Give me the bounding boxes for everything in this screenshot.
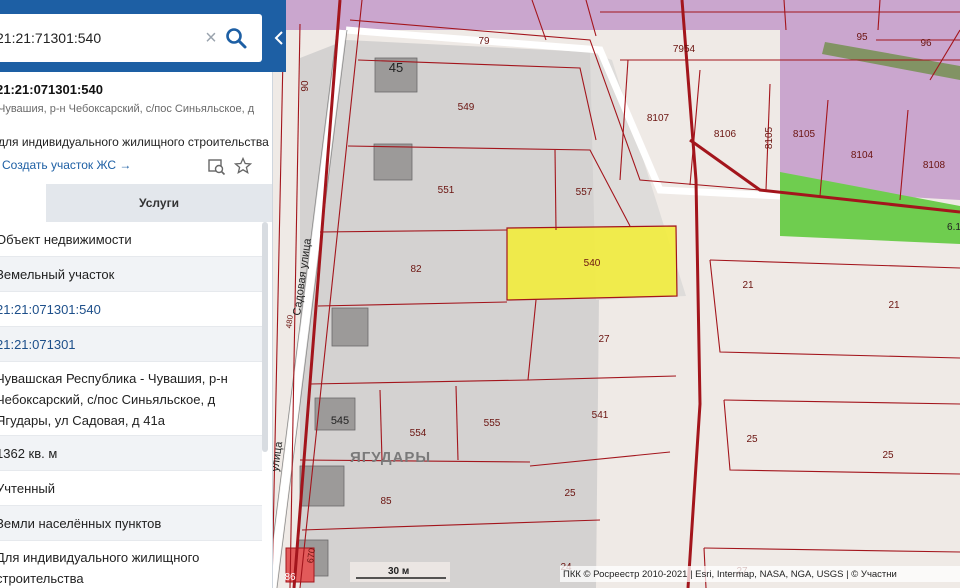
plot-label: 8105 bbox=[764, 126, 775, 149]
detail-row: Учтенный bbox=[0, 471, 262, 506]
detail-text: 21:21:071301 bbox=[0, 336, 76, 352]
detail-row: Земельный участок bbox=[0, 257, 262, 292]
detail-text: Чувашская Республика - Чувашия, р-н bbox=[0, 371, 228, 386]
detail-text: Чебоксарский, с/пос Синьяльское, д bbox=[0, 392, 216, 407]
plot-label: 25 bbox=[746, 434, 758, 445]
zoom-to-object-icon[interactable] bbox=[208, 158, 226, 176]
plot-label: 7954 bbox=[673, 44, 696, 55]
tab-services[interactable]: Услуги bbox=[46, 184, 272, 222]
detail-text: Учтенный bbox=[0, 480, 56, 496]
object-address: Чувашия, р-н Чебоксарский, с/пос Синьяль… bbox=[0, 103, 255, 115]
plot-label: 8104 bbox=[851, 150, 874, 161]
detail-row[interactable]: 21:21:071301:540 bbox=[0, 292, 262, 327]
tab-object[interactable] bbox=[0, 184, 46, 222]
tabs: Услуги bbox=[0, 184, 272, 222]
search-bar: × bbox=[0, 0, 286, 72]
plot-label: 86 bbox=[284, 572, 296, 583]
plot-label: 554 bbox=[410, 428, 427, 439]
detail-row: Чувашская Республика - Чувашия, р-н Чебок… bbox=[0, 362, 262, 436]
search-box: × bbox=[0, 14, 262, 62]
plot-label: 480 bbox=[284, 314, 295, 329]
zone-purple-top bbox=[286, 0, 960, 30]
map-attribution: ПКК © Росреестр 2010-2021 | Esri, Interm… bbox=[563, 569, 897, 580]
plot-label: 25 bbox=[882, 450, 894, 461]
search-icon[interactable] bbox=[224, 26, 248, 50]
plot-label: 541 bbox=[592, 410, 609, 421]
plot-label: 557 bbox=[576, 187, 593, 198]
plot-label: 6.1 bbox=[947, 222, 960, 233]
plot-label: 8107 bbox=[647, 113, 670, 124]
plot-label: 90 bbox=[300, 80, 311, 92]
plot-label: 82 bbox=[410, 264, 422, 275]
info-panel: 21:21:071301:540 Чувашия, р-н Чебоксарск… bbox=[0, 0, 273, 588]
plot-label: 670 bbox=[305, 547, 317, 563]
detail-text: 21:21:071301:540 bbox=[0, 301, 101, 317]
clear-icon[interactable]: × bbox=[202, 28, 220, 48]
detail-text: Ягудары, ул Садовая, д 41а bbox=[0, 413, 165, 428]
scale-bar: 30 м bbox=[350, 562, 450, 582]
plot-label: 8106 bbox=[714, 129, 737, 140]
object-title: 21:21:071301:540 bbox=[0, 82, 103, 97]
plot-label-540: 540 bbox=[584, 258, 601, 269]
detail-text: 1362 кв. м bbox=[0, 445, 58, 461]
plot-label: 27 bbox=[598, 334, 610, 345]
star-icon[interactable] bbox=[234, 157, 252, 175]
detail-row: Земли населённых пунктов bbox=[0, 506, 262, 541]
plot-label: 8105 bbox=[793, 129, 816, 140]
detail-text: Для индивидуального жилищного bbox=[0, 550, 200, 565]
object-header: 21:21:071301:540 Чувашия, р-н Чебоксарск… bbox=[0, 72, 272, 184]
create-plot-link[interactable]: Создать участок ЖС → bbox=[2, 158, 131, 172]
svg-text:30 м: 30 м bbox=[388, 566, 409, 577]
search-input[interactable] bbox=[0, 14, 196, 62]
detail-row: Для индивидуального жилищного строительст… bbox=[0, 541, 262, 588]
detail-row: Объект недвижимости bbox=[0, 222, 262, 257]
village-label: ЯГУДАРЫ bbox=[350, 449, 431, 466]
object-purpose: для индивидуального жилищного строительс… bbox=[0, 135, 269, 149]
detail-text: Земельный участок bbox=[0, 266, 115, 282]
plot-label: 21 bbox=[888, 300, 900, 311]
scrollbar[interactable] bbox=[262, 222, 268, 452]
detail-row[interactable]: 21:21:071301 bbox=[0, 327, 262, 362]
plot-label: 79 bbox=[478, 36, 490, 47]
plot-label: 45 bbox=[389, 60, 403, 75]
plot-label: 8108 bbox=[923, 160, 946, 171]
detail-text: строительства bbox=[0, 571, 84, 586]
chevron-left-icon[interactable] bbox=[272, 24, 286, 52]
plot-label: 551 bbox=[438, 185, 455, 196]
plot-label: 96 bbox=[920, 38, 932, 49]
plot-label: 95 bbox=[856, 32, 868, 43]
detail-text: Земли населённых пунктов bbox=[0, 515, 162, 531]
plot-label: 21 bbox=[742, 280, 754, 291]
plot-label: 85 bbox=[380, 496, 392, 507]
plot-label: 549 bbox=[458, 102, 475, 113]
detail-text: Объект недвижимости bbox=[0, 231, 132, 247]
plot-label: 25 bbox=[564, 488, 576, 499]
details-list: Объект недвижимости Земельный участок 21:2… bbox=[0, 222, 272, 588]
plot-label: 555 bbox=[484, 418, 501, 429]
plot-label: 545 bbox=[331, 415, 349, 427]
detail-row: 1362 кв. м bbox=[0, 436, 262, 471]
